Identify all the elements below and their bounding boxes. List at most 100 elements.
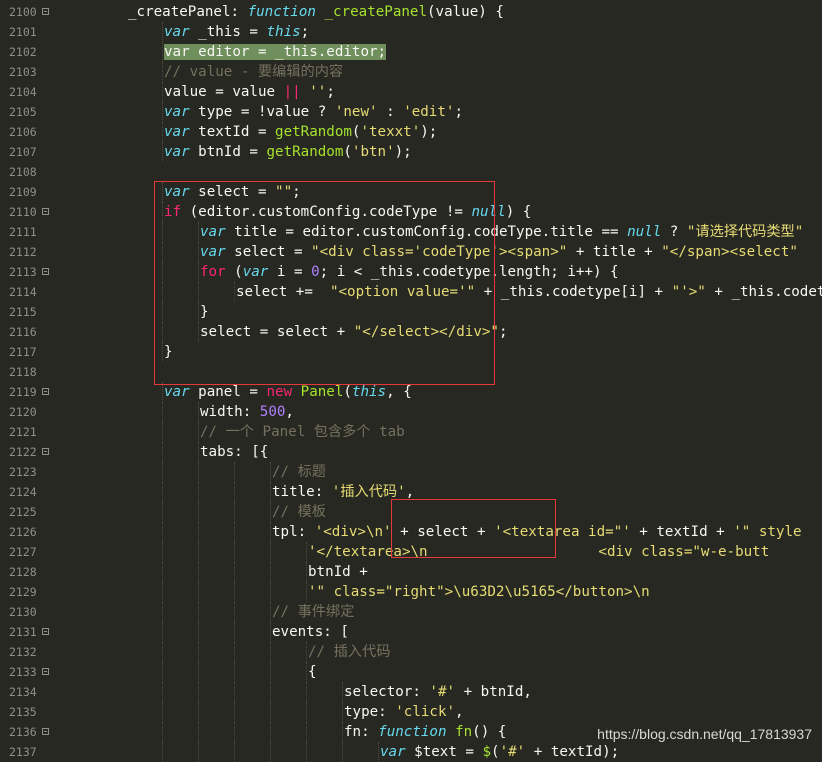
code-token: // 事件绑定	[272, 604, 355, 620]
indent-guide	[270, 702, 271, 722]
code-token: );	[420, 124, 438, 140]
line-number: 2133	[9, 665, 37, 679]
code-line[interactable]: 2105 var type = !value ? 'new' : 'edit';	[0, 102, 822, 122]
indent-guide	[306, 642, 307, 662]
indent-guide	[234, 602, 235, 622]
code-line[interactable]: 2107 var btnId = getRandom('btn');	[0, 142, 822, 162]
indent-guide	[234, 682, 235, 702]
line-number: 2107	[9, 145, 37, 159]
line-number: 2122	[9, 445, 37, 459]
indent-guide	[198, 582, 199, 602]
line-gutter: 2109	[0, 182, 58, 202]
code-line[interactable]: 2121 // 一个 Panel 包含多个 tab	[0, 422, 822, 442]
line-gutter: 2108	[0, 162, 58, 182]
line-gutter: 2118	[0, 362, 58, 382]
code-line[interactable]: 2135 type: 'click',	[0, 702, 822, 722]
code-line[interactable]: 2128 btnId +	[0, 562, 822, 582]
indent-guide	[234, 482, 235, 502]
code-line[interactable]: 2122 tabs: [{	[0, 442, 822, 462]
line-number: 2102	[9, 45, 37, 59]
line-number: 2128	[9, 565, 37, 579]
indent-guide	[162, 22, 163, 42]
indent-guide	[162, 702, 163, 722]
code-token: Panel	[300, 384, 344, 400]
indent-guide	[162, 42, 163, 62]
fold-toggle-icon[interactable]	[42, 268, 49, 275]
fold-toggle-icon[interactable]	[42, 628, 49, 635]
code-line[interactable]: 2101 var _this = this;	[0, 22, 822, 42]
line-number: 2123	[9, 465, 37, 479]
annotation-box-tpl-select	[391, 499, 556, 558]
fold-toggle-icon[interactable]	[42, 208, 49, 215]
indent-guide	[234, 662, 235, 682]
indent-guide	[270, 642, 271, 662]
code-line[interactable]: 2137 var $text = $('#' + textId);	[0, 742, 822, 762]
code-line[interactable]: 2131 events: [	[0, 622, 822, 642]
indent-guide	[306, 702, 307, 722]
code-token: ,	[455, 704, 464, 720]
indent-guide	[270, 562, 271, 582]
code-line[interactable]: 2102 var editor = _this.editor;	[0, 42, 822, 62]
code-text: _createPanel: function _createPanel(valu…	[128, 2, 504, 22]
indent-guide	[162, 502, 163, 522]
fold-toggle-icon[interactable]	[42, 668, 49, 675]
fold-toggle-icon[interactable]	[42, 728, 49, 735]
code-text: events: [	[272, 622, 349, 642]
code-line[interactable]: 2123 // 标题	[0, 462, 822, 482]
code-token: );	[394, 144, 412, 160]
code-token: (	[491, 744, 500, 760]
code-token: _createPanel:	[128, 4, 248, 20]
line-gutter: 2106	[0, 122, 58, 142]
code-line[interactable]: 2100 _createPanel: function _createPanel(…	[0, 2, 822, 22]
code-token: tabs: [{	[200, 444, 269, 460]
fold-toggle-icon[interactable]	[42, 448, 49, 455]
indent-guide	[270, 462, 271, 482]
code-token: () {	[472, 724, 507, 740]
indent-guide	[306, 682, 307, 702]
indent-guide	[306, 542, 307, 562]
code-token: tpl:	[272, 524, 315, 540]
code-line[interactable]: 2108	[0, 162, 822, 182]
code-line[interactable]: 2103 // value - 要编辑的内容	[0, 62, 822, 82]
fold-toggle-icon[interactable]	[42, 8, 49, 15]
indent-guide	[162, 742, 163, 762]
line-gutter: 2135	[0, 702, 58, 722]
code-token: // 一个 Panel 包含多个 tab	[200, 424, 405, 440]
code-line[interactable]: 2129 '" class="right">\u63D2\u5165</butto…	[0, 582, 822, 602]
code-text: var _this = this;	[164, 22, 309, 42]
code-token: 'click'	[395, 704, 456, 720]
indent-guide	[162, 602, 163, 622]
code-line[interactable]: 2132 // 插入代码	[0, 642, 822, 662]
code-token: textId =	[189, 124, 276, 140]
line-number: 2113	[9, 265, 37, 279]
line-gutter: 2125	[0, 502, 58, 522]
code-line[interactable]: 2134 selector: '#' + btnId,	[0, 682, 822, 702]
line-gutter: 2101	[0, 22, 58, 42]
line-number: 2101	[9, 25, 37, 39]
line-gutter: 2131	[0, 622, 58, 642]
line-number: 2108	[9, 165, 37, 179]
code-line[interactable]: 2133 {	[0, 662, 822, 682]
code-token: var	[164, 144, 190, 160]
code-token: $text =	[405, 744, 483, 760]
code-token: // 插入代码	[308, 644, 391, 660]
code-line[interactable]: 2130 // 事件绑定	[0, 602, 822, 622]
indent-guide	[198, 522, 199, 542]
indent-guide	[198, 502, 199, 522]
code-line[interactable]: 2119 var panel = new Panel(this, {	[0, 382, 822, 402]
line-gutter: 2113	[0, 262, 58, 282]
indent-guide	[270, 602, 271, 622]
indent-guide	[162, 522, 163, 542]
code-line[interactable]: 2106 var textId = getRandom('texxt');	[0, 122, 822, 142]
code-line[interactable]: 2120 width: 500,	[0, 402, 822, 422]
fold-toggle-icon[interactable]	[42, 388, 49, 395]
code-token: $	[482, 744, 492, 760]
line-gutter: 2121	[0, 422, 58, 442]
code-token: ,	[405, 484, 415, 500]
code-text: value = value || '';	[164, 82, 335, 102]
code-line[interactable]: 2104 value = value || '';	[0, 82, 822, 102]
indent-guide	[162, 102, 163, 122]
code-token: 'btn'	[351, 144, 395, 160]
